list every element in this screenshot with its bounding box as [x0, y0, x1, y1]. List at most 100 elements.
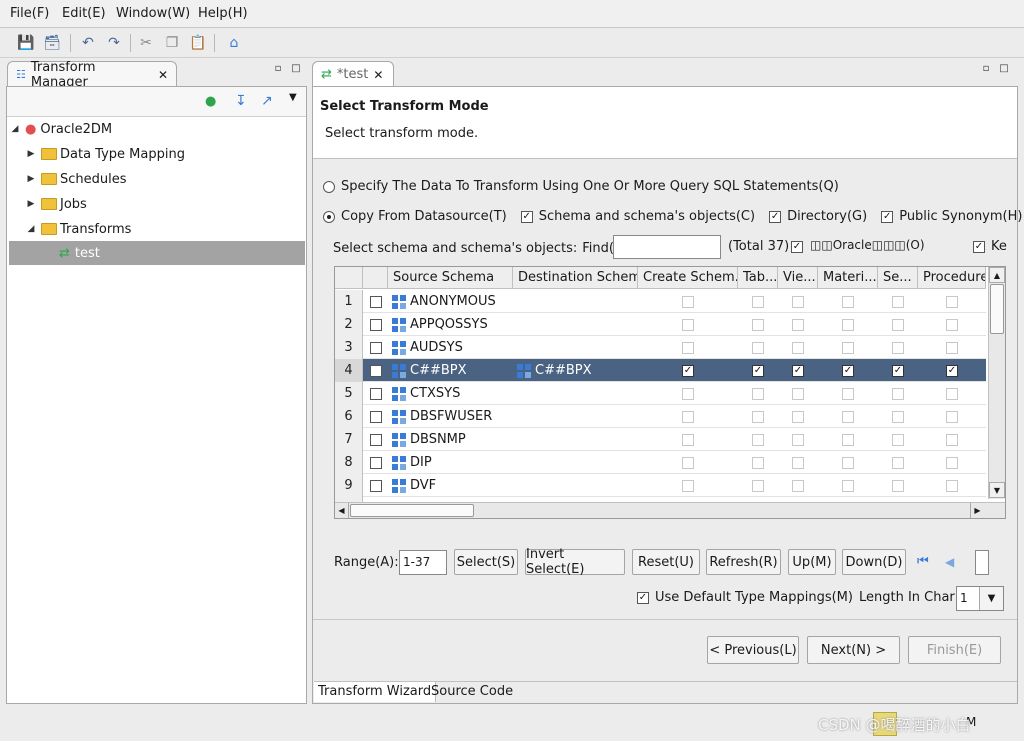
- minimize-icon[interactable]: ▫: [980, 64, 992, 74]
- row-select-checkbox[interactable]: [363, 474, 388, 497]
- menu-edit[interactable]: Edit(E): [62, 6, 106, 21]
- copy-icon[interactable]: ❐: [162, 33, 182, 53]
- view-menu-icon[interactable]: ▼: [289, 92, 297, 103]
- refresh-button[interactable]: Refresh(R): [706, 549, 781, 575]
- tree-root[interactable]: ◢ ● Oracle2DM: [9, 118, 305, 140]
- option-checkbox[interactable]: [792, 318, 804, 331]
- column-header[interactable]: Materi...: [818, 267, 878, 289]
- option-checkbox-cell[interactable]: [878, 474, 918, 497]
- menu-help[interactable]: Help(H): [198, 6, 248, 21]
- column-header[interactable]: Destination Schem...: [513, 267, 638, 289]
- option-checkbox-cell[interactable]: [878, 382, 918, 405]
- destination-schema-cell[interactable]: [513, 405, 638, 428]
- option-checkbox[interactable]: [752, 410, 764, 423]
- option-checkbox[interactable]: [792, 479, 804, 492]
- option-checkbox-cell[interactable]: ✓: [878, 359, 918, 382]
- option-checkbox-cell[interactable]: [878, 313, 918, 336]
- option-checkbox-cell[interactable]: [818, 474, 878, 497]
- option-checkbox[interactable]: [682, 318, 694, 331]
- option-checkbox[interactable]: [792, 387, 804, 400]
- option-checkbox-cell[interactable]: [638, 382, 738, 405]
- option-checkbox[interactable]: ✓: [792, 364, 804, 377]
- table-row[interactable]: 3 AUDSYS: [335, 336, 986, 359]
- vertical-scrollbar[interactable]: ▲ ▼: [988, 267, 1005, 499]
- option-checkbox[interactable]: ✓: [946, 364, 958, 377]
- option-checkbox[interactable]: ✓: [842, 364, 854, 377]
- option-checkbox[interactable]: [682, 387, 694, 400]
- option-checkbox-cell[interactable]: [818, 382, 878, 405]
- option-checkbox[interactable]: [752, 456, 764, 469]
- option-checkbox-cell[interactable]: [778, 336, 818, 359]
- table-row[interactable]: 1 ANONYMOUS: [335, 290, 986, 313]
- option-checkbox-cell[interactable]: [918, 313, 986, 336]
- scroll-up-icon[interactable]: ▲: [989, 267, 1005, 283]
- destination-schema-cell[interactable]: [513, 382, 638, 405]
- option-checkbox-cell[interactable]: [818, 428, 878, 451]
- column-header[interactable]: Tab...: [738, 267, 778, 289]
- option-checkbox-cell[interactable]: [778, 474, 818, 497]
- option-checkbox-cell[interactable]: [918, 474, 986, 497]
- option-checkbox-cell[interactable]: [778, 382, 818, 405]
- table-row[interactable]: 8 DIP: [335, 451, 986, 474]
- option-checkbox-cell[interactable]: [778, 405, 818, 428]
- option-checkbox-cell[interactable]: [738, 405, 778, 428]
- row-checkbox[interactable]: [369, 433, 382, 446]
- column-header[interactable]: Create Schem...: [638, 267, 738, 289]
- destination-schema-cell[interactable]: C##BPX: [513, 359, 638, 382]
- column-header[interactable]: Source Schema: [388, 267, 513, 289]
- tab-test[interactable]: ⇄ *test ✕: [312, 61, 394, 87]
- ke-checkbox[interactable]: ✓: [973, 241, 985, 253]
- row-checkbox[interactable]: ✓: [369, 364, 382, 377]
- down-button[interactable]: Down(D): [842, 549, 906, 575]
- destination-schema-cell[interactable]: [513, 428, 638, 451]
- option-checkbox-cell[interactable]: ✓: [778, 359, 818, 382]
- option-checkbox[interactable]: [792, 341, 804, 354]
- option-checkbox-cell[interactable]: [878, 405, 918, 428]
- source-schema-cell[interactable]: CTXSYS: [388, 382, 513, 405]
- scroll-left-icon[interactable]: ◀: [335, 503, 349, 518]
- option-checkbox[interactable]: [682, 456, 694, 469]
- reset-button[interactable]: Reset(U): [632, 549, 700, 575]
- previous-button[interactable]: < Previous(L): [707, 636, 799, 664]
- tree-item-test[interactable]: ⇄ test: [9, 241, 305, 265]
- length-select[interactable]: 1 ▼: [956, 586, 1004, 611]
- connect-icon[interactable]: ●: [205, 94, 216, 109]
- row-checkbox[interactable]: [369, 410, 382, 423]
- tree-item-schedules[interactable]: ▶ Schedules: [25, 168, 321, 190]
- first-page-icon[interactable]: ⏮: [917, 554, 929, 569]
- option-checkbox-cell[interactable]: [818, 290, 878, 313]
- next-button[interactable]: Next(N) >: [807, 636, 900, 664]
- option-checkbox[interactable]: [752, 318, 764, 331]
- directory-checkbox[interactable]: ✓: [769, 210, 782, 223]
- tree-item-transforms[interactable]: ◢ Transforms: [25, 218, 321, 240]
- option-checkbox[interactable]: [946, 479, 958, 492]
- option-checkbox[interactable]: [946, 295, 958, 308]
- option-checkbox[interactable]: [842, 410, 854, 423]
- option-checkbox[interactable]: [682, 410, 694, 423]
- source-schema-cell[interactable]: DBSNMP: [388, 428, 513, 451]
- table-row[interactable]: 7 DBSNMP: [335, 428, 986, 451]
- option-checkbox[interactable]: [946, 433, 958, 446]
- option-checkbox[interactable]: [946, 410, 958, 423]
- option-checkbox-cell[interactable]: ✓: [638, 359, 738, 382]
- row-checkbox[interactable]: [369, 387, 382, 400]
- row-select-checkbox[interactable]: [363, 451, 388, 474]
- option-checkbox[interactable]: [842, 318, 854, 331]
- option-checkbox-cell[interactable]: [878, 290, 918, 313]
- paste-icon[interactable]: 📋: [188, 33, 208, 53]
- option-checkbox-cell[interactable]: ✓: [918, 359, 986, 382]
- column-header[interactable]: Vie...: [778, 267, 818, 289]
- option-checkbox-cell[interactable]: ✓: [738, 359, 778, 382]
- synonym-checkbox[interactable]: ✓: [881, 210, 894, 223]
- option-checkbox-cell[interactable]: [638, 336, 738, 359]
- hscroll-thumb[interactable]: [350, 504, 474, 517]
- option-checkbox-cell[interactable]: [738, 313, 778, 336]
- option-checkbox-cell[interactable]: [778, 290, 818, 313]
- export-icon[interactable]: ↗: [261, 93, 273, 109]
- option-checkbox[interactable]: [946, 318, 958, 331]
- option-checkbox-cell[interactable]: [918, 290, 986, 313]
- option-checkbox-cell[interactable]: [778, 451, 818, 474]
- close-icon[interactable]: ✕: [373, 68, 383, 82]
- destination-schema-cell[interactable]: [513, 474, 638, 497]
- option-checkbox[interactable]: [892, 410, 904, 423]
